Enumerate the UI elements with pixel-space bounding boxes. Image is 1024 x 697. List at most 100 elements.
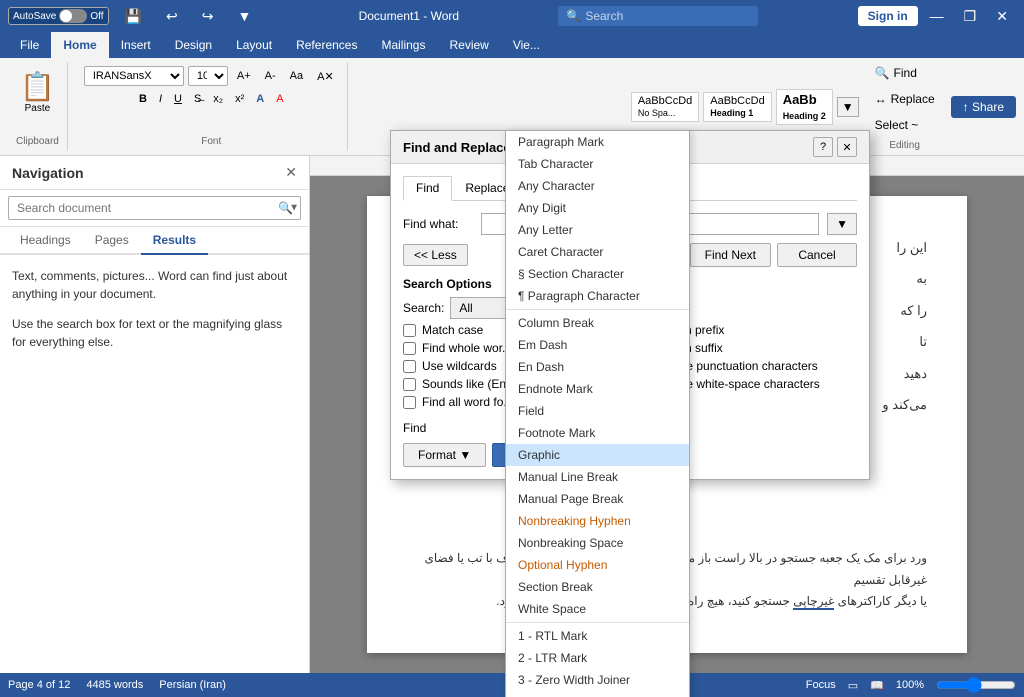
zoom-slider[interactable]: [936, 677, 1016, 693]
clipboard-label: Clipboard: [16, 136, 59, 147]
doc-title: Document1 - Word: [359, 9, 459, 23]
tab-layout[interactable]: Layout: [224, 32, 284, 58]
menu-item-section-character[interactable]: § Section Character: [506, 263, 689, 285]
menu-item-paragraph-character[interactable]: ¶ Paragraph Character: [506, 285, 689, 307]
menu-item-optional-hyphen[interactable]: Optional Hyphen: [506, 554, 689, 576]
share-button[interactable]: ↑ Share: [951, 96, 1016, 118]
customize-icon[interactable]: ▼: [229, 0, 259, 32]
sounds-like-label: Sounds like (En...: [422, 377, 516, 391]
subscript-button[interactable]: x₂: [208, 90, 228, 108]
nav-tab-pages[interactable]: Pages: [83, 227, 141, 255]
highlight-button[interactable]: A: [251, 90, 269, 108]
paste-icon: 📋: [20, 70, 55, 103]
redo-icon[interactable]: ↪: [194, 0, 222, 32]
style-normal[interactable]: AaBbCcDdNo Spa...: [631, 92, 699, 122]
menu-item-manual-page-break[interactable]: Manual Page Break: [506, 488, 689, 510]
close-button[interactable]: ✕: [988, 0, 1016, 32]
font-size-select[interactable]: 10: [188, 66, 228, 86]
menu-item-rtl-mark[interactable]: 1 - RTL Mark: [506, 625, 689, 647]
increase-font-button[interactable]: A+: [232, 67, 256, 85]
undo-icon[interactable]: ↩: [158, 0, 186, 32]
minimize-button[interactable]: —: [922, 0, 952, 32]
menu-item-tab-character[interactable]: Tab Character: [506, 153, 689, 175]
tab-insert[interactable]: Insert: [109, 32, 163, 58]
global-search-bar[interactable]: 🔍: [558, 6, 758, 26]
menu-item-section-break[interactable]: Section Break: [506, 576, 689, 598]
format-button[interactable]: Format ▼: [403, 443, 486, 467]
menu-item-caret-character[interactable]: Caret Character: [506, 241, 689, 263]
menu-item-any-digit[interactable]: Any Digit: [506, 197, 689, 219]
find-all-word-checkbox[interactable]: [403, 396, 416, 409]
find-what-dropdown[interactable]: ▼: [827, 213, 857, 235]
signin-button[interactable]: Sign in: [858, 6, 918, 26]
status-bar: Page 4 of 12 4485 words Persian (Iran) F…: [0, 673, 1024, 697]
select-label: Select ~: [875, 118, 919, 132]
autosave-state: Off: [90, 11, 103, 22]
match-case-checkbox[interactable]: [403, 324, 416, 337]
clear-format-button[interactable]: A✕: [312, 67, 339, 86]
font-color-button[interactable]: A: [271, 90, 288, 108]
use-wildcards-label: Use wildcards: [422, 359, 497, 373]
menu-item-white-space[interactable]: White Space: [506, 598, 689, 620]
highlight-word1[interactable]: غیرچاپی: [793, 594, 834, 610]
menu-item-endnote-mark[interactable]: Endnote Mark: [506, 378, 689, 400]
menu-item-graphic[interactable]: Graphic: [506, 444, 689, 466]
tab-design[interactable]: Design: [163, 32, 224, 58]
tab-references[interactable]: References: [284, 32, 369, 58]
menu-item-em-dash[interactable]: Em Dash: [506, 334, 689, 356]
dialog-tab-find[interactable]: Find: [403, 176, 452, 201]
use-wildcards-checkbox[interactable]: [403, 360, 416, 373]
strikethrough-button[interactable]: S̶: [189, 90, 206, 108]
autosave-button[interactable]: AutoSave Off: [8, 7, 109, 25]
dialog-help-button[interactable]: ?: [813, 137, 833, 157]
nav-search-input[interactable]: [8, 196, 301, 220]
find-next-button[interactable]: Find Next: [690, 243, 771, 267]
sounds-like-checkbox[interactable]: [403, 378, 416, 391]
menu-item-manual-line-break[interactable]: Manual Line Break: [506, 466, 689, 488]
tab-home[interactable]: Home: [51, 32, 108, 58]
dialog-close-button[interactable]: ✕: [837, 137, 857, 157]
tab-file[interactable]: File: [8, 32, 51, 58]
menu-item-any-character[interactable]: Any Character: [506, 175, 689, 197]
find-whole-word-checkbox[interactable]: [403, 342, 416, 355]
nav-close-button[interactable]: ✕: [285, 164, 297, 181]
underline-button[interactable]: U: [169, 90, 187, 108]
select-button[interactable]: Select ~: [867, 114, 943, 136]
less-button[interactable]: << Less: [403, 244, 468, 266]
replace-button[interactable]: ↔ Replace: [867, 88, 943, 110]
menu-item-nonbreaking-space[interactable]: Nonbreaking Space: [506, 532, 689, 554]
style-heading2[interactable]: AaBbHeading 2: [776, 89, 833, 125]
bold-button[interactable]: B: [134, 90, 152, 108]
menu-item-nonbreaking-hyphen[interactable]: Nonbreaking Hyphen: [506, 510, 689, 532]
menu-item-en-dash[interactable]: En Dash: [506, 356, 689, 378]
menu-item-paragraph-mark[interactable]: Paragraph Mark: [506, 131, 689, 153]
tab-mailings[interactable]: Mailings: [369, 32, 437, 58]
decrease-font-button[interactable]: A-: [260, 67, 281, 85]
tab-review[interactable]: Review: [437, 32, 500, 58]
menu-item-field[interactable]: Field: [506, 400, 689, 422]
font-name-select[interactable]: IRANSansX: [84, 66, 184, 86]
nav-tab-headings[interactable]: Headings: [8, 227, 83, 255]
change-case-button[interactable]: Aa: [285, 67, 308, 85]
styles-dropdown[interactable]: ▼: [837, 97, 859, 117]
layout-view-icon[interactable]: ▭: [848, 679, 858, 692]
paste-button[interactable]: 📋 Paste: [16, 66, 59, 118]
focus-button[interactable]: Focus: [806, 679, 836, 691]
tab-view[interactable]: Vie...: [501, 32, 552, 58]
menu-item-column-break[interactable]: Column Break: [506, 312, 689, 334]
find-all-word-label: Find all word fo...: [422, 395, 513, 409]
restore-button[interactable]: ❐: [956, 0, 985, 32]
read-view-icon[interactable]: 📖: [870, 679, 884, 692]
nav-tab-results[interactable]: Results: [141, 227, 208, 255]
save-icon[interactable]: 💾: [117, 0, 150, 32]
find-button[interactable]: 🔍 Find: [867, 62, 943, 84]
menu-item-footnote-mark[interactable]: Footnote Mark: [506, 422, 689, 444]
nav-header: Navigation ✕: [0, 156, 309, 190]
cancel-button[interactable]: Cancel: [777, 243, 857, 267]
italic-button[interactable]: I: [154, 90, 167, 108]
style-heading1[interactable]: AaBbCcDdHeading 1: [703, 92, 771, 122]
menu-item-any-letter[interactable]: Any Letter: [506, 219, 689, 241]
global-search-input[interactable]: [585, 9, 725, 23]
autosave-toggle[interactable]: [59, 9, 87, 23]
superscript-button[interactable]: x²: [230, 90, 249, 108]
